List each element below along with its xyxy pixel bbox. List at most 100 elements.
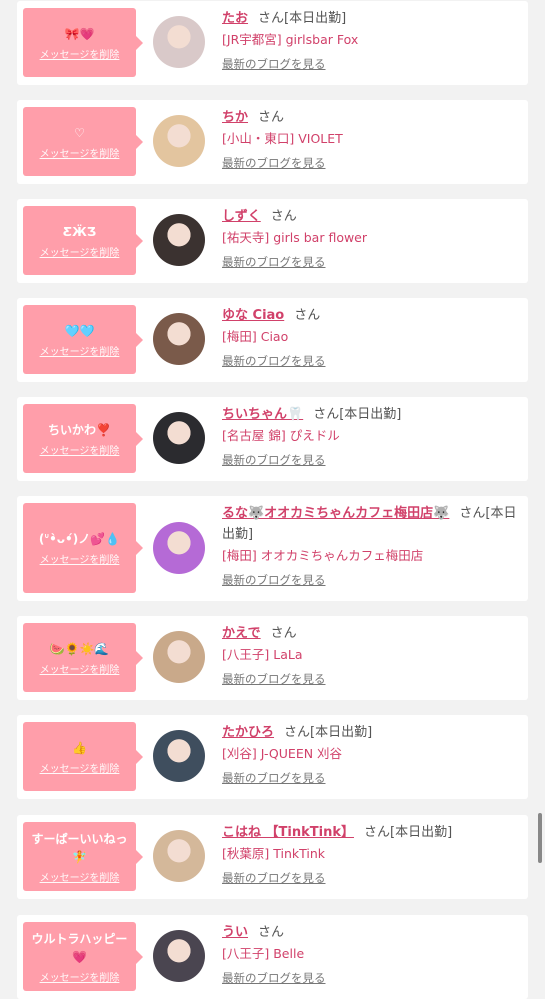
delete-message-link[interactable]: メッセージを削除 [40,343,120,358]
shop-name: [小山・東口] VIOLET [222,131,343,146]
latest-blog-link[interactable]: 最新のブログを見る [222,868,522,889]
honorific: さん [258,110,285,125]
avatar[interactable] [153,214,205,266]
avatar[interactable] [153,631,205,683]
latest-blog-link[interactable]: 最新のブログを見る [222,450,522,471]
shop-name: [秋葉原] TinkTink [222,846,325,861]
message-text: 👍 [72,740,87,755]
cast-name-link[interactable]: ちか [222,110,248,125]
avatar[interactable] [153,115,205,167]
message-text: (ᐡ•̀ᴗ•́)ノ💕💧 [38,532,121,546]
message-bubble: 👍 メッセージを削除 [23,722,143,791]
latest-blog-link[interactable]: 最新のブログを見る [222,570,522,591]
latest-blog-link[interactable]: 最新のブログを見る [222,153,522,174]
cast-info: うい さん [八王子] Belle 最新のブログを見る [222,922,522,989]
delete-message-link[interactable]: メッセージを削除 [40,969,120,984]
message-card: すーぱーいいねっ 🧚 メッセージを削除 こはね 【TinkTink】 さん[本日出… [17,815,528,899]
latest-blog-link[interactable]: 最新のブログを見る [222,54,522,75]
message-bubble: ウルトラハッピー 💗 メッセージを削除 [23,922,143,991]
delete-message-link[interactable]: メッセージを削除 [40,46,120,61]
message-card: 🍉🌻☀️🌊 メッセージを削除 かえで さん [八王子] LaLa 最新のブログを見… [17,616,528,700]
avatar[interactable] [153,313,205,365]
cast-name-link[interactable]: るな🐺オオカミちゃんカフェ梅田店🐺 [222,506,449,521]
message-text: 🍉🌻☀️🌊 [49,641,110,656]
shop-name: [八王子] Belle [222,946,305,961]
honorific: さん [270,209,297,224]
message-text: すーぱーいいねっ 🧚 [31,831,128,864]
cast-info: ゆな Ciao さん [梅田] Ciao 最新のブログを見る [222,305,522,372]
message-bubble: (ᐡ•̀ᴗ•́)ノ💕💧 メッセージを削除 [23,503,143,593]
status-badge: [本日出勤] [310,725,373,740]
honorific: さん [294,308,321,323]
avatar[interactable] [153,730,205,782]
message-card: 🎀💗 メッセージを削除 たお さん[本日出勤] [JR宇都宮] girlsbar … [17,1,528,85]
cast-info: しずく さん [祐天寺] girls bar flower 最新のブログを見る [222,206,522,273]
honorific: さん [363,825,390,840]
cast-name-link[interactable]: ゆな Ciao [222,308,284,323]
latest-blog-link[interactable]: 最新のブログを見る [222,968,522,989]
message-text: ちいかわ❣️ [48,422,111,437]
cast-info: かえで さん [八王子] LaLa 最新のブログを見る [222,623,522,690]
delete-message-link[interactable]: メッセージを削除 [40,760,120,775]
honorific: さん [258,925,285,940]
message-bubble: 🩵🩵 メッセージを削除 [23,305,143,374]
message-card: ウルトラハッピー 💗 メッセージを削除 うい さん [八王子] Belle 最新の… [17,915,528,999]
latest-blog-link[interactable]: 最新のブログを見る [222,768,522,789]
shop-name: [名古屋 錦] ぴえドル [222,428,340,443]
cast-info: ちいちゃん🦷 さん[本日出勤] [名古屋 錦] ぴえドル 最新のブログを見る [222,404,522,471]
scrollbar[interactable] [538,813,542,863]
avatar[interactable] [153,830,205,882]
status-badge: [本日出勤] [284,11,347,26]
honorific: さん [459,506,486,521]
status-badge: [本日出勤] [390,825,453,840]
latest-blog-link[interactable]: 最新のブログを見る [222,669,522,690]
message-card: ƸӜƷ メッセージを削除 しずく さん [祐天寺] girls bar flowe… [17,199,528,283]
message-bubble: 🎀💗 メッセージを削除 [23,8,143,77]
message-card: 🩵🩵 メッセージを削除 ゆな Ciao さん [梅田] Ciao 最新のブログを見… [17,298,528,382]
latest-blog-link[interactable]: 最新のブログを見る [222,351,522,372]
delete-message-link[interactable]: メッセージを削除 [40,551,120,566]
latest-blog-link[interactable]: 最新のブログを見る [222,252,522,273]
message-text: ƸӜƷ [62,224,97,239]
message-card: ♡ メッセージを削除 ちか さん [小山・東口] VIOLET 最新のブログを見る [17,100,528,184]
message-bubble: すーぱーいいねっ 🧚 メッセージを削除 [23,822,143,891]
message-bubble: 🍉🌻☀️🌊 メッセージを削除 [23,623,143,692]
shop-name: [梅田] Ciao [222,329,289,344]
message-card: ちいかわ❣️ メッセージを削除 ちいちゃん🦷 さん[本日出勤] [名古屋 錦] ぴ… [17,397,528,481]
avatar[interactable] [153,930,205,982]
message-card: (ᐡ•̀ᴗ•́)ノ💕💧 メッセージを削除 るな🐺オオカミちゃんカフェ梅田店🐺 さん… [17,496,528,601]
cast-name-link[interactable]: かえで [222,626,261,641]
cast-info: たかひろ さん[本日出勤] [刈谷] J-QUEEN 刈谷 最新のブログを見る [222,722,522,789]
cast-info: るな🐺オオカミちゃんカフェ梅田店🐺 さん[本日出勤] [梅田] オオカミちゃんカフ… [222,503,522,591]
cast-name-link[interactable]: たかひろ [222,725,274,740]
honorific: さん [258,11,285,26]
message-text: 🎀💗 [64,26,95,41]
status-badge: [本日出勤] [339,407,402,422]
cast-name-link[interactable]: しずく [222,209,261,224]
avatar[interactable] [153,522,205,574]
honorific: さん [270,626,297,641]
cast-info: たお さん[本日出勤] [JR宇都宮] girlsbar Fox 最新のブログを見… [222,8,522,75]
cast-name-link[interactable]: こはね 【TinkTink】 [222,825,354,840]
cast-name-link[interactable]: ちいちゃん🦷 [222,407,303,422]
delete-message-link[interactable]: メッセージを削除 [40,145,120,160]
honorific: さん [284,725,311,740]
avatar[interactable] [153,16,205,68]
cast-name-link[interactable]: たお [222,11,248,26]
message-text: 🩵🩵 [64,323,95,338]
delete-message-link[interactable]: メッセージを削除 [40,442,120,457]
cast-info: ちか さん [小山・東口] VIOLET 最新のブログを見る [222,107,522,174]
cast-name-link[interactable]: うい [222,925,248,940]
delete-message-link[interactable]: メッセージを削除 [40,661,120,676]
message-bubble: ♡ メッセージを削除 [23,107,143,176]
message-card: 👍 メッセージを削除 たかひろ さん[本日出勤] [刈谷] J-QUEEN 刈谷 … [17,715,528,799]
honorific: さん [313,407,340,422]
delete-message-link[interactable]: メッセージを削除 [40,869,120,884]
shop-name: [梅田] オオカミちゃんカフェ梅田店 [222,548,424,563]
message-bubble: ちいかわ❣️ メッセージを削除 [23,404,143,473]
delete-message-link[interactable]: メッセージを削除 [40,244,120,259]
cast-info: こはね 【TinkTink】 さん[本日出勤] [秋葉原] TinkTink 最新… [222,822,522,889]
message-text: ウルトラハッピー 💗 [31,931,128,964]
avatar[interactable] [153,412,205,464]
message-text: ♡ [74,125,85,140]
